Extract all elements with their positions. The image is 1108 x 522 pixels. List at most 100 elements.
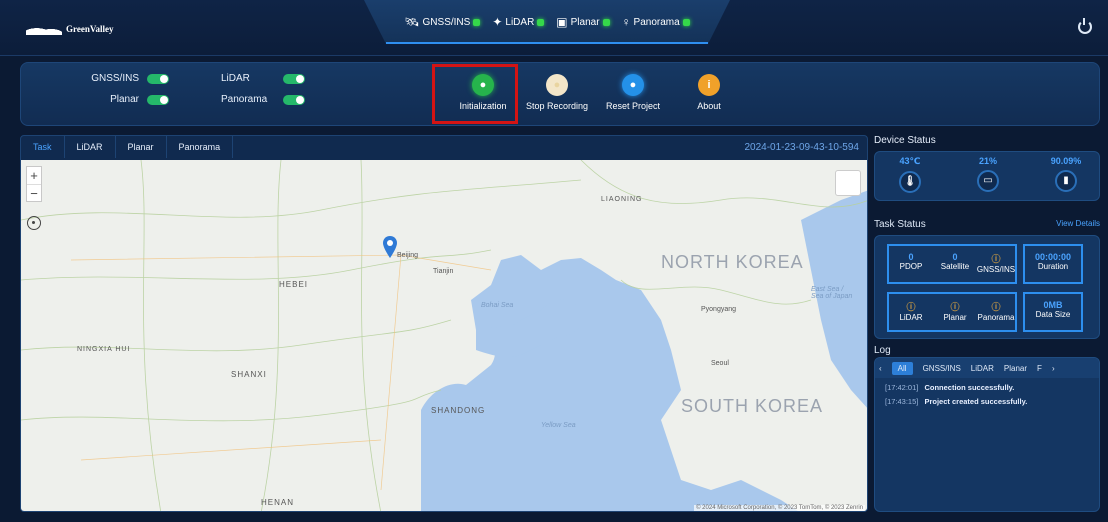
pdop-value: 0 [908, 252, 914, 262]
toggle-label: Panorama [221, 94, 268, 105]
layers-icon[interactable] [835, 170, 861, 196]
temperature-status: 43℃ 🌡 [885, 156, 935, 193]
logo-mark-icon [26, 21, 62, 37]
tab-planar[interactable]: Planar [116, 136, 167, 158]
zoom-out-button[interactable]: − [27, 185, 41, 202]
log-time: [17:43:15] [885, 397, 919, 406]
satellite-value: 0 [952, 252, 958, 262]
map-label: NORTH KOREA [661, 252, 804, 272]
log-panel: ‹ All GNSS/INS LiDAR Planar F › [17:42:0… [874, 357, 1100, 512]
log-tab-planar[interactable]: Planar [1004, 364, 1027, 373]
map-label: East Sea / Sea of Japan [811, 286, 853, 300]
toggle-panorama[interactable]: Panorama [221, 94, 305, 105]
status-planar: ▣ Planar [556, 15, 610, 29]
map-label: SHANDONG [431, 406, 486, 415]
log-tabs: ‹ All GNSS/INS LiDAR Planar F › [875, 358, 1099, 378]
control-panel: GNSS/INS Planar LiDAR Panorama ● Initial… [20, 62, 1100, 126]
planar-info-icon: ⓘ [950, 302, 960, 312]
task-status-title: Task Status [874, 219, 926, 230]
location-pin-icon [383, 236, 397, 258]
button-label: Stop Recording [525, 101, 589, 111]
gnss-info-icon: ⓘ [991, 254, 1001, 264]
map-label: LIAONING [601, 196, 643, 203]
map-label: Tianjin [433, 268, 454, 275]
map-label: Bohai Sea [481, 302, 514, 309]
toggle-switch[interactable] [283, 94, 305, 105]
map-label: Yellow Sea [541, 422, 576, 429]
log-tab-all[interactable]: All [891, 361, 913, 375]
logo: GreenValley [26, 20, 114, 38]
battery-status: 90.09% ▮ [1041, 156, 1091, 192]
log-message: Connection successfully. [924, 383, 1015, 392]
storage-status: 21% ▭ [963, 156, 1013, 192]
toggle-switch[interactable] [147, 73, 169, 84]
log-tab-lidar[interactable]: LiDAR [971, 364, 994, 373]
status-label: Planar [570, 16, 600, 28]
map-label: HENAN [261, 498, 295, 507]
power-icon[interactable] [1078, 18, 1092, 34]
map-tabs: Task LiDAR Planar Panorama [21, 136, 234, 158]
right-panel: Device Status 43℃ 🌡 21% ▭ 90.09% ▮ Task … [874, 135, 1104, 512]
toggle-lidar[interactable]: LiDAR [221, 73, 305, 84]
log-tab-more[interactable]: F [1037, 364, 1042, 373]
tab-lidar[interactable]: LiDAR [65, 136, 116, 158]
stop-recording-button[interactable]: ● Stop Recording [521, 74, 593, 111]
temperature-value: 43℃ [899, 156, 921, 166]
locate-icon[interactable] [27, 216, 41, 230]
chevron-left-icon[interactable]: ‹ [879, 364, 882, 373]
satellite-cell: 0 Satellite [935, 252, 975, 271]
tab-task[interactable]: Task [21, 136, 65, 158]
chevron-right-icon[interactable]: › [1052, 364, 1055, 373]
task-status-header: Task Status View Details [874, 219, 1100, 230]
zoom-in-button[interactable]: + [27, 167, 41, 185]
timestamp: 2024-01-23-09-43-10-594 [744, 142, 859, 153]
task-status-card: 0 PDOP 0 Satellite ⓘ GNSS/INS 00:00:00 D… [874, 235, 1100, 339]
duration-label: Duration [1037, 262, 1069, 271]
storage-icon: ▭ [977, 170, 999, 192]
sensor-status-bar: 🛰 GNSS/INS ✦ LiDAR ▣ Planar ♀ Panorama [364, 0, 730, 44]
panorama-icon: ♀ [621, 15, 631, 29]
map-label: Seoul [711, 360, 729, 367]
map-label: Pyongyang [701, 306, 737, 313]
pdop-cell: 0 PDOP [891, 252, 931, 271]
tab-panorama[interactable]: Panorama [167, 136, 234, 158]
satellite-icon: 🛰 [404, 15, 420, 29]
about-button[interactable]: i About [689, 74, 729, 111]
lidar-label: LiDAR [899, 313, 923, 322]
toggle-gnss[interactable]: GNSS/INS [81, 73, 169, 84]
log-entry: [17:42:01] Connection successfully. [875, 378, 1099, 392]
toggle-switch[interactable] [147, 94, 169, 105]
reset-project-icon: ● [622, 74, 644, 96]
lidar-icon: ✦ [492, 15, 503, 29]
status-indicator [473, 18, 481, 26]
pdop-label: PDOP [899, 262, 923, 271]
lidar-cell: ⓘ LiDAR [891, 300, 931, 322]
stop-recording-icon: ● [546, 74, 568, 96]
toggle-switch[interactable] [283, 73, 305, 84]
panorama-info-icon: ⓘ [991, 302, 1001, 312]
reset-project-button[interactable]: ● Reset Project [599, 74, 667, 111]
toggle-label: Planar [110, 94, 139, 105]
camera-icon: ▣ [556, 15, 568, 29]
duration-cell: 00:00:00 Duration [1025, 252, 1081, 271]
info-icon: i [698, 74, 720, 96]
log-tab-gnss[interactable]: GNSS/INS [923, 364, 961, 373]
satellite-label: Satellite [940, 262, 970, 271]
map-copyright: © 2024 Microsoft Corporation, © 2023 Tom… [694, 505, 865, 511]
gnss-cell: ⓘ GNSS/INS [975, 252, 1017, 274]
status-gnss: 🛰 GNSS/INS [404, 15, 481, 29]
planar-label: Planar [943, 313, 967, 322]
selection-highlight [432, 64, 518, 124]
status-lidar: ✦ LiDAR [492, 15, 545, 29]
view-details-link[interactable]: View Details [1056, 219, 1100, 230]
status-indicator [682, 18, 690, 26]
status-indicator [602, 18, 610, 26]
toggle-planar[interactable]: Planar [81, 94, 169, 105]
map-label: SOUTH KOREA [681, 396, 824, 416]
gnss-label: GNSS/INS [976, 265, 1016, 274]
map-view[interactable]: + − NORTH KOREA SOUTH KOREA Bohai Sea Ye… [21, 160, 867, 511]
lidar-info-icon: ⓘ [906, 302, 916, 312]
battery-icon: ▮ [1055, 170, 1077, 192]
datasize-label: Data Size [1035, 310, 1071, 319]
map-panel: Task LiDAR Planar Panorama 2024-01-23-09… [20, 135, 868, 512]
